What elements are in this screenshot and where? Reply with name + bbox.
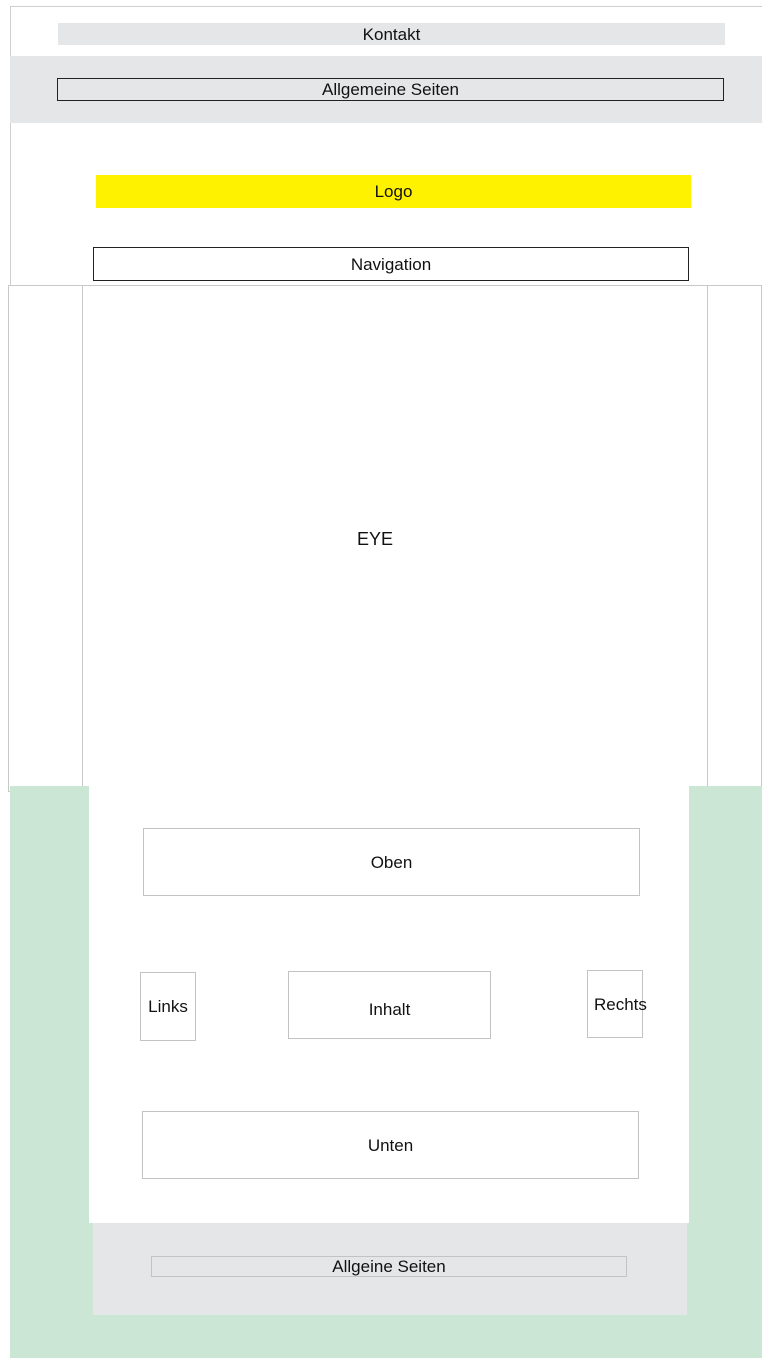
footer-general-pages-label: Allgeine Seiten — [332, 1257, 446, 1276]
top-content-label: Oben — [370, 852, 413, 872]
navigation-label: Navigation — [350, 254, 432, 274]
contact-link[interactable]: Kontakt — [58, 23, 725, 45]
right-column-label: Rechts — [594, 994, 647, 1014]
general-pages-label: Allgemeine Seiten — [321, 80, 460, 99]
left-border-line — [10, 6, 11, 286]
left-column-label: Links — [148, 997, 188, 1016]
navigation-bar[interactable]: Navigation — [93, 247, 689, 281]
eye-label: EYE — [356, 528, 394, 549]
contact-label: Kontakt — [362, 24, 421, 44]
wireframe-page: Kontakt Allgemeine Seiten Logo Navigatio… — [0, 0, 762, 1358]
eye-hero-area: EYE — [82, 285, 708, 792]
top-border-line — [10, 6, 762, 7]
footer-general-pages-nav[interactable]: Allgeine Seiten — [151, 1256, 627, 1277]
bottom-content-label: Unten — [367, 1135, 414, 1155]
logo-block[interactable]: Logo — [96, 175, 691, 208]
bottom-content-box: Unten — [142, 1111, 639, 1179]
main-content-label: Inhalt — [368, 999, 411, 1019]
right-column-box: Rechts — [587, 970, 647, 1038]
logo-label: Logo — [374, 182, 413, 201]
general-pages-nav[interactable]: Allgemeine Seiten — [57, 78, 724, 101]
top-content-box: Oben — [143, 828, 640, 896]
left-column-box: Links — [140, 972, 196, 1041]
main-content-box: Inhalt — [288, 971, 491, 1039]
